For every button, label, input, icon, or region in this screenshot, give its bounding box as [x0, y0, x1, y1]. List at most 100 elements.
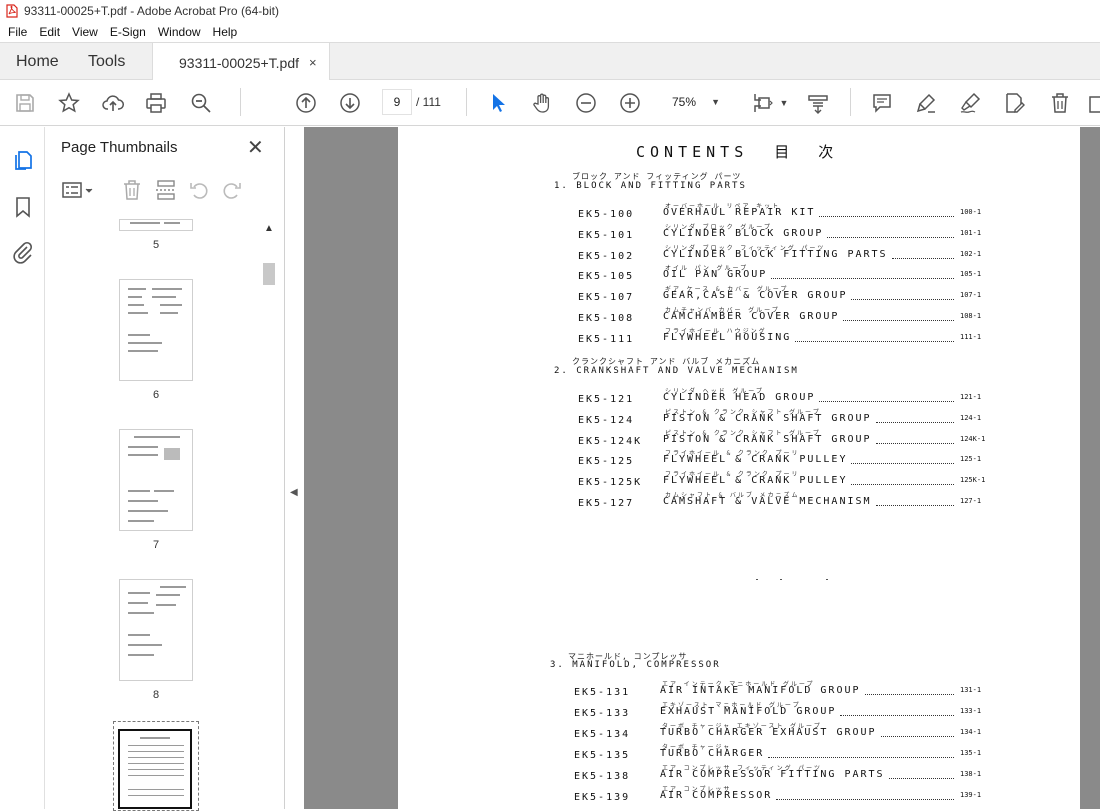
scroll-up-icon[interactable]: ▲	[264, 223, 274, 234]
page-number-input[interactable]: 9	[382, 89, 412, 115]
upload-icon[interactable]	[101, 91, 125, 115]
highlight-icon[interactable]	[914, 91, 938, 115]
entry-name: FLYWHEEL & CRANK PULLEY	[663, 454, 848, 465]
menu-file[interactable]: File	[8, 25, 27, 39]
entry-leader-dots	[827, 237, 954, 238]
close-icon[interactable]: ✕	[247, 135, 264, 160]
menu-esign[interactable]: E-Sign	[110, 25, 146, 39]
select-cursor-icon[interactable]	[486, 91, 510, 115]
star-icon[interactable]	[57, 91, 81, 115]
zoom-in-icon[interactable]	[618, 91, 642, 115]
entry-code: EK5-108	[578, 313, 635, 324]
tab-tools[interactable]: Tools	[88, 43, 125, 81]
panel-collapse-handle[interactable]: ◀	[285, 127, 304, 809]
entry-code: EK5-125K	[578, 477, 643, 488]
section-heading: 1. BLOCK AND FITTING PARTS	[554, 181, 747, 191]
entry-name: PISTON & CRANK SHAFT GROUP	[663, 413, 872, 424]
delete-icon[interactable]	[1048, 91, 1072, 115]
thumbnail-toolbar	[45, 171, 285, 209]
edit-pdf-icon[interactable]	[1002, 91, 1026, 115]
entry-code: EK5-139	[574, 792, 631, 803]
document-view[interactable]: CONTENTS 目 次 ブロック アンド フィッティング パーツ 1. BLOCK…	[304, 127, 1100, 809]
entry-name: AIR COMPRESSOR	[660, 790, 773, 801]
page-thumbnail-5[interactable]	[119, 219, 193, 231]
tab-document[interactable]: 93311-00025+T.pdf ×	[152, 43, 330, 82]
chevron-down-icon: ▼	[711, 97, 720, 107]
menu-edit[interactable]: Edit	[39, 25, 60, 39]
save-icon[interactable]	[13, 91, 37, 115]
entry-page: 127-1	[960, 497, 982, 505]
left-rail	[0, 127, 45, 809]
entry-leader-dots	[840, 715, 954, 716]
fit-page-icon[interactable]	[750, 91, 774, 115]
tab-close-icon[interactable]: ×	[309, 55, 317, 70]
entry-name: CYLINDER HEAD GROUP	[663, 392, 816, 403]
entry-name: AIR COMPRESSOR FITTING PARTS	[660, 769, 885, 780]
sign-icon[interactable]	[958, 91, 982, 115]
chevron-down-icon[interactable]: ▼	[772, 91, 796, 115]
entry-leader-dots	[819, 216, 954, 217]
scroll-mode-icon[interactable]	[806, 91, 830, 115]
tab-bar: Home Tools 93311-00025+T.pdf ×	[0, 42, 1100, 82]
comment-icon[interactable]	[870, 91, 894, 115]
entry-code: EK5-100	[578, 209, 635, 220]
page-title: CONTENTS 目 次	[636, 141, 843, 162]
extract-page-icon[interactable]	[155, 179, 177, 201]
page-thumbnail-7[interactable]	[119, 429, 193, 531]
page-thumbnail-9[interactable]	[118, 729, 192, 809]
entry-leader-dots	[776, 799, 954, 800]
next-page-icon[interactable]	[338, 91, 362, 115]
entry-name: TURBO CHARGER EXHAUST GROUP	[660, 727, 877, 738]
entry-leader-dots	[851, 484, 954, 485]
zoom-out-icon[interactable]	[574, 91, 598, 115]
page-thumbnail-6[interactable]	[119, 279, 193, 381]
entry-leader-dots	[843, 320, 954, 321]
entry-page: 138-1	[960, 770, 982, 778]
rotate-right-icon[interactable]	[221, 179, 243, 201]
entry-code: EK5-134	[574, 729, 631, 740]
page-thumbnail-8[interactable]	[119, 579, 193, 681]
scrollbar-thumb[interactable]	[263, 263, 275, 285]
entry-code: EK5-131	[574, 687, 631, 698]
entry-page: 105-1	[960, 270, 982, 278]
print-icon[interactable]	[144, 91, 168, 115]
rotate-left-icon[interactable]	[188, 179, 210, 201]
entry-name: CAMCHAMBER COVER GROUP	[663, 311, 840, 322]
entry-name: AIR INTAKE MANIFOLD GROUP	[660, 685, 861, 696]
menu-help[interactable]: Help	[213, 25, 238, 39]
entry-page: 124-1	[960, 414, 982, 422]
entry-leader-dots	[881, 736, 954, 737]
thumbnail-options-icon[interactable]	[61, 179, 95, 201]
hand-icon[interactable]	[530, 91, 554, 115]
scan-speck	[756, 579, 758, 580]
zoom-select[interactable]: 75% ▼	[664, 89, 724, 115]
tab-home[interactable]: Home	[16, 43, 59, 81]
prev-page-icon[interactable]	[294, 91, 318, 115]
entry-leader-dots	[768, 757, 954, 758]
thumbnails-panel: Page Thumbnails ✕ 5 6 7 8 ▲	[45, 127, 285, 811]
menu-window[interactable]: Window	[158, 25, 201, 39]
entry-name: PISTON & CRANK SHAFT GROUP	[663, 434, 872, 445]
thumbnail-scrollbar[interactable]: ▲	[261, 219, 277, 809]
pdf-page: CONTENTS 目 次 ブロック アンド フィッティング パーツ 1. BLOCK…	[398, 127, 1080, 809]
toolbar-separator	[850, 88, 851, 116]
menu-bar: File Edit View E-Sign Window Help	[0, 22, 1100, 42]
thumbnail-page-number: 6	[152, 389, 160, 401]
attachment-icon[interactable]	[11, 240, 35, 264]
entry-page: 102-1	[960, 250, 982, 258]
contents-title: CONTENTS	[636, 143, 749, 161]
menu-view[interactable]: View	[72, 25, 98, 39]
entry-name: CYLINDER BLOCK FITTING PARTS	[663, 249, 888, 260]
more-icon[interactable]	[1086, 91, 1100, 115]
thumbnails-panel-title: Page Thumbnails	[61, 139, 178, 156]
bookmark-icon[interactable]	[11, 195, 35, 219]
entry-leader-dots	[876, 443, 954, 444]
entry-page: 100-1	[960, 208, 982, 216]
entry-leader-dots	[892, 258, 954, 259]
toolbar-separator	[240, 88, 241, 116]
entry-page: 125-1	[960, 455, 982, 463]
delete-page-icon[interactable]	[121, 179, 143, 201]
chevron-left-icon[interactable]: ◀	[290, 487, 298, 498]
zoom-search-icon[interactable]	[189, 91, 213, 115]
page-thumbnails-icon[interactable]	[11, 148, 35, 172]
